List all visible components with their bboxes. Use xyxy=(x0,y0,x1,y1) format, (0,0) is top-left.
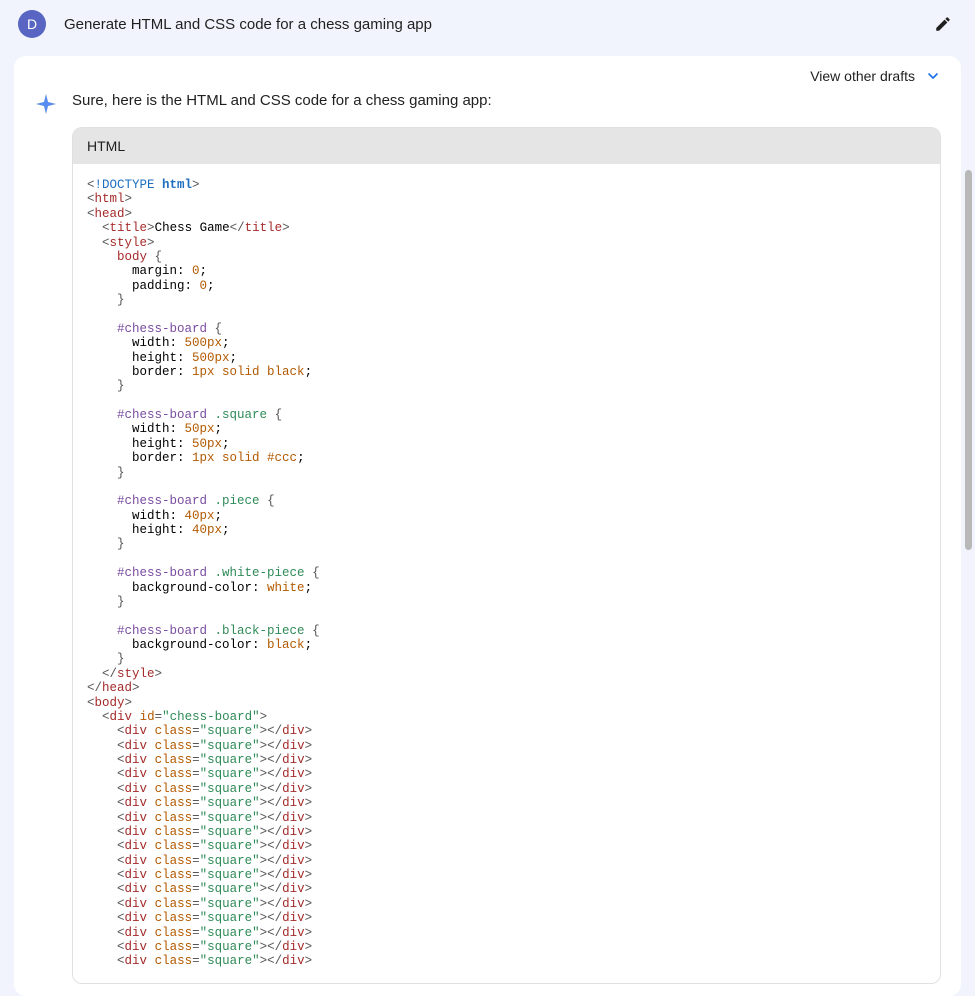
user-prompt-row: D Generate HTML and CSS code for a chess… xyxy=(0,0,975,48)
sparkle-icon xyxy=(34,92,58,116)
response-card: View other drafts xyxy=(14,56,961,996)
code-content: <!DOCTYPE html> <html> <head> <title>Che… xyxy=(73,164,940,983)
code-block: HTML <!DOCTYPE html> <html> <head> <titl… xyxy=(72,127,941,984)
response-intro: Sure, here is the HTML and CSS code for … xyxy=(72,92,941,109)
expand-drafts-button[interactable] xyxy=(925,68,941,84)
scrollbar-thumb[interactable] xyxy=(965,170,972,550)
pencil-icon xyxy=(934,15,952,33)
view-drafts-button[interactable]: View other drafts xyxy=(810,68,915,84)
edit-prompt-button[interactable] xyxy=(931,12,955,36)
user-avatar: D xyxy=(18,10,46,38)
code-lang-label: HTML xyxy=(73,128,940,164)
user-prompt-text: Generate HTML and CSS code for a chess g… xyxy=(64,16,931,33)
chevron-down-icon xyxy=(925,68,941,84)
